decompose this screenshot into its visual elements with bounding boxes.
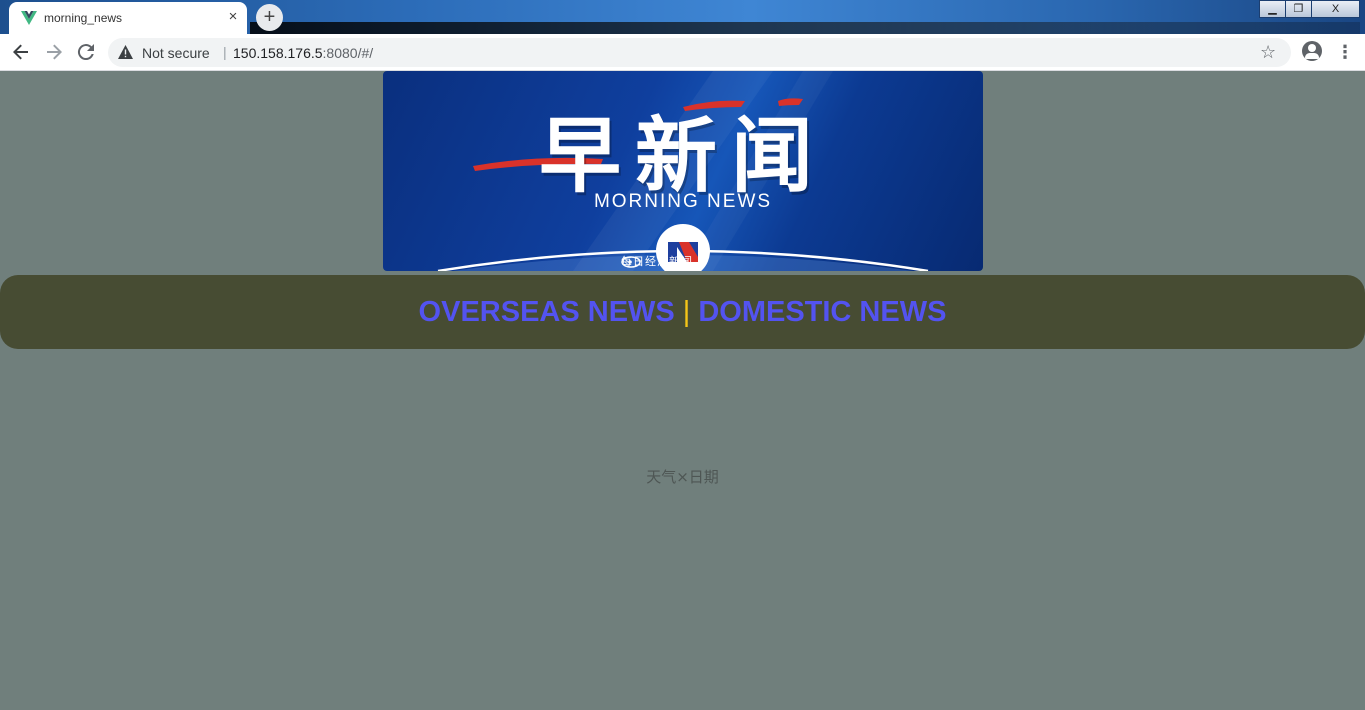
forward-arrow-icon[interactable] <box>42 40 66 64</box>
menu-dots-icon[interactable]: ⋮ <box>1336 40 1354 64</box>
tab-title: morning_news <box>44 11 123 25</box>
nav-divider: | <box>682 295 691 328</box>
warning-icon[interactable] <box>118 45 133 59</box>
new-tab-button[interactable]: + <box>256 4 283 31</box>
address-bar[interactable]: Not secure | 150.158.176.5:8080/#/ ☆ <box>108 38 1291 67</box>
weather-date-text: 天气×日期 <box>646 468 719 486</box>
banner-title-english: MORNING NEWS <box>593 191 773 212</box>
window-controls: ▁ ❐ X <box>1259 0 1360 18</box>
browser-titlebar: morning_news × + ▁ ❐ X <box>0 0 1365 34</box>
back-arrow-icon[interactable] <box>9 40 33 64</box>
overseas-news-link[interactable]: OVERSEAS NEWS <box>419 296 675 329</box>
url-rest: :8080/#/ <box>322 45 374 61</box>
domestic-news-link[interactable]: DOMESTIC NEWS <box>698 296 946 329</box>
news-nav-bar: OVERSEAS NEWS | DOMESTIC NEWS <box>0 275 1365 349</box>
url-text[interactable]: 150.158.176.5:8080/#/ <box>233 45 373 61</box>
browser-toolbar: Not secure | 150.158.176.5:8080/#/ ☆ ⋮ <box>0 34 1365 71</box>
vue-favicon-icon <box>21 11 37 25</box>
morning-news-banner: 早新闻 MORNING NEWS 每日经济新闻 <box>383 71 983 271</box>
titlebar-background <box>250 22 1360 34</box>
url-host: 150.158.176.5 <box>233 45 323 61</box>
security-label[interactable]: Not secure <box>142 45 210 61</box>
profile-icon[interactable] <box>1302 41 1322 61</box>
restore-button[interactable]: ❐ <box>1285 0 1312 18</box>
url-separator: | <box>223 44 227 60</box>
browser-tab[interactable]: morning_news × <box>9 2 247 34</box>
close-window-button[interactable]: X <box>1311 0 1360 18</box>
tab-close-icon[interactable]: × <box>225 8 241 26</box>
reload-icon[interactable] <box>74 40 98 64</box>
bookmark-star-icon[interactable]: ☆ <box>1260 42 1276 63</box>
minimize-button[interactable]: ▁ <box>1259 0 1286 18</box>
banner-source-label: 每日经济新闻 <box>621 255 693 268</box>
